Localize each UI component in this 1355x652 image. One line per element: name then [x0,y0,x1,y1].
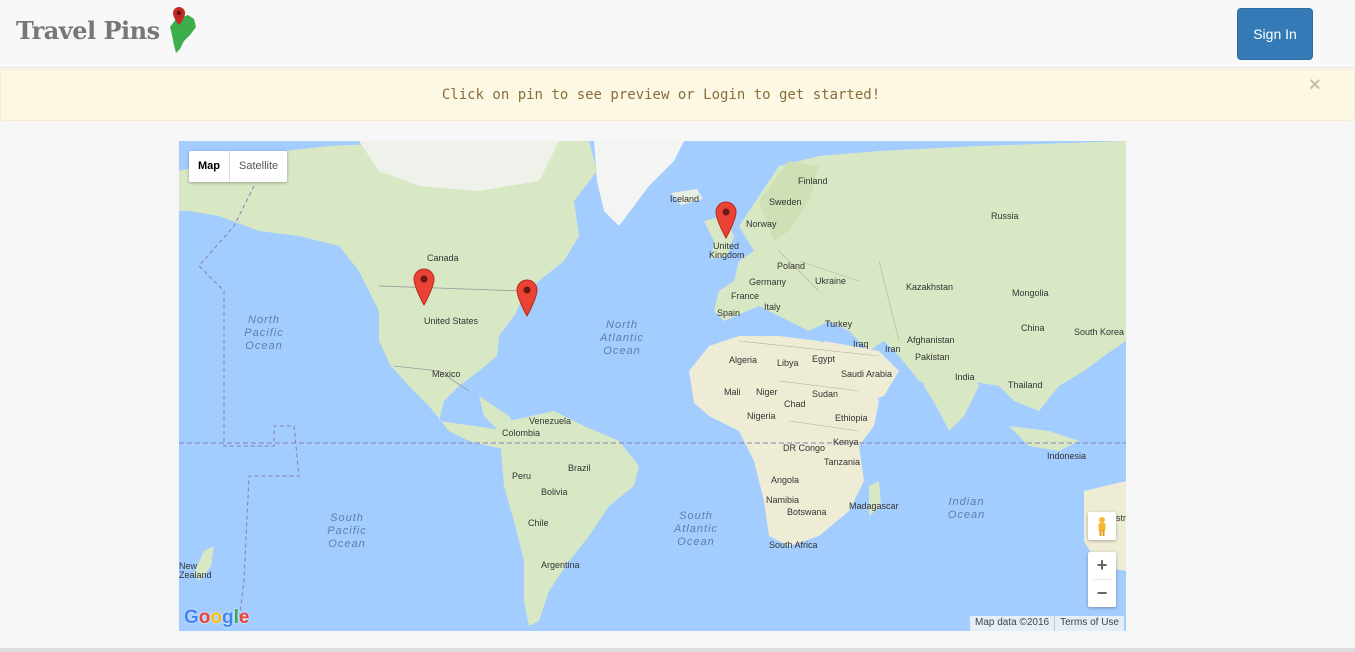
label-chile: Chile [528,518,549,528]
info-alert: Click on pin to see preview or Login to … [0,69,1355,121]
label-ukraine: Ukraine [815,276,847,286]
label-niger: Niger [756,387,778,397]
label-spain: Spain [717,308,741,318]
label-italy: Italy [764,302,781,312]
label-chad: Chad [784,399,806,409]
label-south-africa: South Africa [769,540,818,550]
label-angola: Angola [771,475,800,485]
label-peru: Peru [512,471,532,481]
pin-united-kingdom[interactable] [715,201,737,239]
alert-message: Click on pin to see preview or Login to … [441,87,881,103]
label-egypt: Egypt [812,354,836,364]
label-poland: Poland [777,261,806,271]
brand-logo-icon[interactable] [166,5,200,55]
label-canada: Canada [427,253,459,263]
label-venezuela: Venezuela [529,416,572,426]
label-france: France [731,291,760,301]
label-libya: Libya [777,358,799,368]
label-australia: stra [1116,513,1126,523]
label-mexico: Mexico [432,369,461,379]
label-finland: Finland [798,176,828,186]
zoom-control: + − [1088,552,1116,607]
label-kazakhstan: Kazakhstan [906,282,954,292]
brand-title[interactable]: Travel Pins [16,16,160,45]
zoom-out-button[interactable]: − [1088,580,1116,607]
label-mongolia: Mongolia [1012,288,1049,298]
map-type-map-button[interactable]: Map [189,151,230,182]
sign-in-button[interactable]: Sign In [1237,8,1313,60]
label-north-pacific: North Pacific Ocean [244,314,284,352]
label-botswana: Botswana [787,507,827,517]
label-south-korea: South Korea [1074,327,1125,337]
label-iraq: Iraq [853,339,869,349]
label-mali: Mali [724,387,741,397]
page-bottom-divider [0,648,1355,652]
label-iceland: Iceland [670,194,700,204]
map-land-layer [179,141,1126,626]
terms-of-use-link[interactable]: Terms of Use [1054,616,1124,631]
world-map[interactable]: Canada United States Mexico Venezuela Co… [179,141,1126,631]
label-south-atlantic: South Atlantic Ocean [673,510,719,548]
zoom-in-button[interactable]: + [1088,552,1116,579]
label-kenya: Kenya [833,437,859,447]
label-brazil: Brazil [568,463,591,473]
label-madagascar: Madagascar [849,501,899,511]
map-attribution: Map data ©2016 Terms of Use [970,616,1124,631]
label-norway: Norway [746,219,777,229]
pin-west-usa[interactable] [413,268,435,306]
label-namibia: Namibia [766,495,800,505]
label-bolivia: Bolivia [541,487,568,497]
pin-east-usa[interactable] [516,279,538,317]
label-afghanistan: Afghanistan [907,335,955,345]
label-united-states: United States [424,316,479,326]
label-new-zealand-2: Zealand [179,570,212,580]
label-germany: Germany [749,277,787,287]
label-south-pacific: South Pacific Ocean [327,512,367,550]
label-united-kingdom-2: Kingdom [709,250,745,260]
label-pakistan: Pakistan [915,352,950,362]
label-iran: Iran [885,344,901,354]
label-china: China [1021,323,1045,333]
label-north-atlantic: North Atlantic Ocean [599,319,645,357]
label-indonesia: Indonesia [1047,451,1087,461]
label-dr-congo: DR Congo [783,443,826,453]
label-indian-ocean: Indian Ocean [947,496,986,521]
label-ethiopia: Ethiopia [835,413,868,423]
label-sudan: Sudan [812,389,839,399]
label-sweden: Sweden [769,197,802,207]
google-logo[interactable]: Google [184,607,249,629]
navbar: Travel Pins Sign In [0,0,1355,68]
label-russia: Russia [991,211,1019,221]
label-nigeria: Nigeria [747,411,776,421]
label-tanzania: Tanzania [824,457,861,467]
label-argentina: Argentina [541,560,580,570]
label-colombia: Colombia [502,428,541,438]
map-type-satellite-button[interactable]: Satellite [230,151,287,182]
map-type-control: Map Satellite [189,151,288,182]
alert-close-button[interactable]: × [1309,74,1321,97]
map-data-text: Map data ©2016 [975,617,1050,628]
label-india: India [955,372,975,382]
street-view-pegman-icon[interactable] [1088,512,1116,540]
label-saudi-arabia: Saudi Arabia [841,369,893,379]
label-algeria: Algeria [729,355,758,365]
label-thailand: Thailand [1008,380,1043,390]
label-turkey: Turkey [825,319,853,329]
